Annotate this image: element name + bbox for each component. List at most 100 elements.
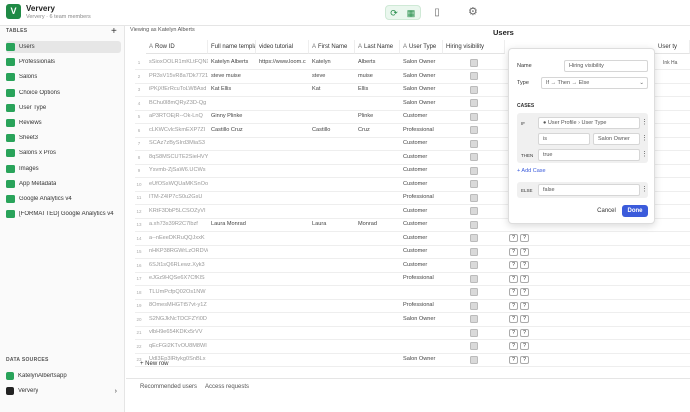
cell-id[interactable]: TLUmPcfpQ02Os1NW — [146, 286, 208, 299]
log-question-icon[interactable]: ? — [520, 261, 529, 269]
cell-first[interactable] — [309, 299, 355, 312]
cell-name[interactable] — [208, 353, 256, 366]
log-question-icon[interactable]: ? — [509, 247, 518, 256]
cell-name[interactable] — [208, 326, 256, 339]
cell-name[interactable]: steve muise — [208, 70, 256, 83]
hiring-visibility-checkbox[interactable] — [470, 355, 478, 364]
header-full-name[interactable]: Full name templat — [208, 40, 256, 54]
hiring-visibility-checkbox[interactable] — [470, 139, 478, 148]
log-question-icon[interactable]: ? — [509, 261, 518, 269]
cell-id[interactable]: sSioxOOLR1mKLtFQNX — [146, 56, 208, 69]
cell-first[interactable] — [309, 245, 355, 258]
operator-select[interactable]: is — [538, 133, 590, 145]
cell-name[interactable] — [208, 299, 256, 312]
cell-id[interactable]: PR3sV15vR8a7Dk7721 — [146, 70, 208, 83]
cell-video[interactable] — [256, 326, 309, 339]
cell-last[interactable] — [355, 326, 400, 339]
hiring-visibility-checkbox[interactable] — [470, 247, 478, 256]
cell-name[interactable]: Katelyn Alberts — [208, 56, 256, 69]
cell-last[interactable]: Alberts — [355, 56, 400, 69]
cell-video[interactable] — [256, 110, 309, 123]
cell-name[interactable] — [208, 97, 256, 110]
cell-first[interactable] — [309, 313, 355, 326]
header-first-name[interactable]: A First Name — [309, 40, 355, 54]
cell-first[interactable] — [309, 259, 355, 272]
sidebar-item-table[interactable]: Salons x Pros — [6, 147, 121, 159]
cell-last[interactable] — [355, 340, 400, 353]
cell-last[interactable]: Plinke — [355, 110, 400, 123]
hiring-visibility-checkbox[interactable] — [470, 288, 478, 296]
cell-id[interactable]: BChu0l8mQRyZ3D-Qg — [146, 97, 208, 110]
cell-first[interactable] — [309, 286, 355, 299]
cell-name[interactable] — [208, 151, 256, 164]
sidebar-item-table[interactable]: [FORMATTED] Google Analytics v4 — [6, 208, 121, 220]
log-question-icon[interactable]: ? — [520, 234, 529, 242]
cell-name[interactable] — [208, 205, 256, 218]
log-question-icon[interactable]: ? — [520, 288, 529, 296]
hiring-visibility-checkbox[interactable] — [470, 58, 478, 67]
log-question-icon[interactable]: ? — [520, 301, 529, 310]
hiring-visibility-checkbox[interactable] — [470, 193, 478, 202]
cell-type[interactable]: Customer — [400, 232, 443, 245]
cell-type[interactable]: Salon Owner — [400, 56, 443, 69]
then-menu-icon[interactable]: ⋮ — [641, 150, 648, 160]
hiring-visibility-checkbox[interactable] — [470, 72, 478, 80]
cell-first[interactable] — [309, 326, 355, 339]
cell-type[interactable]: Professional — [400, 299, 443, 312]
data-source-item[interactable]: KatelynAlbertsapp — [6, 370, 121, 382]
header-video-tutorial[interactable]: video tutorial — [256, 40, 309, 54]
cancel-button[interactable]: Cancel — [594, 205, 619, 217]
cell-type[interactable]: Professional — [400, 124, 443, 137]
cell-name[interactable] — [208, 272, 256, 285]
tab-access-requests[interactable]: Access requests — [205, 384, 249, 390]
cell-id[interactable]: a--nEeeDKRuQQJxxK — [146, 232, 208, 245]
log-question-icon[interactable]: ? — [520, 342, 529, 350]
tab-recommended-users[interactable]: Recommended users — [140, 384, 197, 390]
cell-type[interactable] — [400, 340, 443, 353]
cell-id[interactable]: 8qS8MSCUTE2SieHVY — [146, 151, 208, 164]
hiring-visibility-checkbox[interactable] — [470, 180, 478, 188]
cell-first[interactable] — [309, 191, 355, 204]
hiring-visibility-checkbox[interactable] — [470, 99, 478, 107]
cell-video[interactable] — [256, 340, 309, 353]
cell-video[interactable] — [256, 353, 309, 366]
app-name[interactable]: Ververy — [26, 4, 55, 13]
log-question-icon[interactable]: ? — [520, 247, 529, 256]
cell-id[interactable]: nHKP38RGWrLzORDVe — [146, 245, 208, 258]
sidebar-item-table[interactable]: User Type — [6, 102, 121, 114]
cell-first[interactable] — [309, 178, 355, 191]
cell-type[interactable]: Salon Owner — [400, 353, 443, 366]
cell-first[interactable]: Kat — [309, 83, 355, 96]
cell-type[interactable]: Customer — [400, 110, 443, 123]
cell-name[interactable] — [208, 286, 256, 299]
cell-last[interactable] — [355, 259, 400, 272]
hiring-visibility-checkbox[interactable] — [470, 207, 478, 215]
cell-video[interactable] — [256, 178, 309, 191]
cell-type[interactable]: Salon Owner — [400, 83, 443, 96]
cell-name[interactable] — [208, 313, 256, 326]
add-case-button[interactable]: + Add Case — [517, 168, 546, 174]
refresh-icon[interactable]: ⟳ — [388, 6, 400, 21]
hiring-visibility-checkbox[interactable] — [470, 112, 478, 121]
cell-last[interactable] — [355, 151, 400, 164]
cell-type[interactable] — [400, 326, 443, 339]
hiring-visibility-checkbox[interactable] — [470, 261, 478, 269]
cell-type[interactable]: Customer — [400, 218, 443, 231]
cell-video[interactable]: https://www.loom.c — [256, 56, 309, 69]
log-question-icon[interactable]: ? — [520, 274, 529, 283]
if-condition-input[interactable]: ● User Profile › User Type — [538, 117, 640, 129]
cell-last[interactable] — [355, 232, 400, 245]
cell-video[interactable] — [256, 232, 309, 245]
cell-last[interactable]: Monrad — [355, 218, 400, 231]
data-editor-toggle[interactable]: ⟳ ▦ — [385, 5, 421, 20]
log-question-icon[interactable]: ? — [520, 315, 529, 323]
cell-id[interactable]: aP3RTOEjR--Ok-LnQ — [146, 110, 208, 123]
header-user-type-2[interactable]: User ty — [655, 40, 690, 54]
cell-video[interactable] — [256, 299, 309, 312]
cell-name[interactable]: Laura Monrad — [208, 218, 256, 231]
new-row-button[interactable]: + New row — [140, 361, 169, 367]
cell-last[interactable] — [355, 97, 400, 110]
cell-first[interactable] — [309, 232, 355, 245]
cell-name[interactable] — [208, 259, 256, 272]
app-logo[interactable]: V — [6, 4, 21, 19]
